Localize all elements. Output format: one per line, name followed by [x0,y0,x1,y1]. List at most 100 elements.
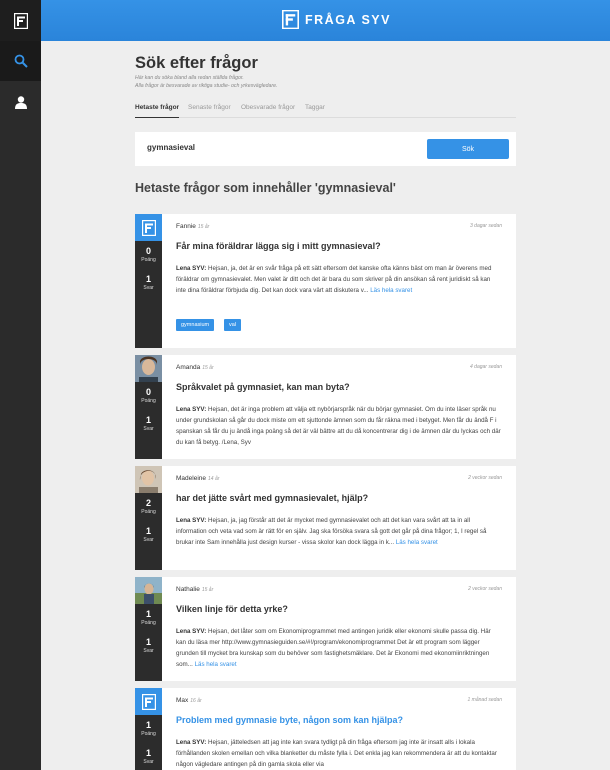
author: Fannie 15 år [176,223,209,230]
tag-gymnasium[interactable]: gymnasium [176,319,215,331]
user-icon [14,95,27,109]
author-age: 14 år [208,476,220,482]
tab-bar: Hetaste frågor Senaste frågor Obesvarade… [135,104,516,118]
author-age: 16 år [190,698,202,704]
read-more-link[interactable]: Läs hela svaret [370,287,412,294]
question-title[interactable]: Problem med gymnasie byte, någon som kan… [176,715,403,725]
answers-label: Svar [143,285,154,291]
answerer-name: Lena SYV: [176,265,207,272]
tab-unanswered[interactable]: Obesvarade frågor [241,104,295,118]
author-name: Max [176,697,189,704]
answers-label: Svar [143,759,154,765]
timestamp: 3 dagar sedan [470,223,502,229]
search-button[interactable]: Sök [427,139,509,159]
answers-label: Svar [143,537,154,543]
tab-tags[interactable]: Taggar [305,104,325,118]
author: Nathalie 15 år [176,586,213,593]
answer-text: Hejsan, det är inga problem att välja et… [176,406,501,446]
sidebar-logo[interactable] [0,0,41,41]
points-label: Poäng [141,620,156,626]
avatar [135,466,162,493]
author-name: Fannie [176,223,196,230]
user-photo-icon [135,466,162,493]
search-input[interactable]: gymnasieval [147,143,195,152]
points-label: Poäng [141,257,156,263]
timestamp: 2 veckor sedan [468,586,502,592]
question-card[interactable]: 1 Poäng 1 Svar Nathalie 15 år 2 veckor se… [135,577,516,681]
points-label: Poäng [141,731,156,737]
tab-hottest[interactable]: Hetaste frågor [135,104,180,118]
question-title[interactable]: har det jätte svårt med gymnasievalet, h… [176,493,368,503]
answerer-name: Lena SYV: [176,406,207,413]
points-count: 1 [145,609,151,619]
answer-text: Hejsan, jätteledsen att jag inte kan sva… [176,739,497,768]
author: Amanda 15 år [176,364,214,371]
question-card[interactable]: 2 Poäng 1 Svar Madeleine 14 år 2 veckor s… [135,466,516,570]
top-bar: FRÅGA SYV [41,0,610,41]
author-age: 15 år [197,224,210,230]
read-more-link[interactable]: Läs hela svaret [396,539,438,546]
answerer-name: Lena SYV: [176,517,207,524]
question-card[interactable]: 1 Poäng 1 Svar Max 16 år 1 månad sedan Pr… [135,688,516,770]
answers-count: 1 [145,526,151,536]
answerer-name: Lena SYV: [176,628,207,635]
author-age: 15 år [201,587,214,593]
stats-rail: 2 Poäng 1 Svar [135,466,162,570]
answerer-name: Lena SYV: [176,739,207,746]
timestamp: 1 månad sedan [467,697,502,703]
timestamp: 2 veckor sedan [468,475,502,481]
brand-logo-icon [282,10,299,29]
timestamp: 4 dagar sedan [470,364,502,370]
author-name: Madeleine [176,475,206,482]
logo-icon [13,12,28,29]
tab-latest[interactable]: Senaste frågor [188,104,231,118]
logo-icon [141,693,156,710]
author-name: Amanda [176,364,201,371]
answers-count: 1 [145,748,151,758]
question-title[interactable]: Vilken linje för detta yrke? [176,604,288,614]
brand-name: FRÅGA SYV [305,12,391,27]
answer-excerpt: Lena SYV: Hejsan, det är inga problem at… [176,404,501,448]
avatar [135,688,162,715]
page-subtitle: Här kan du söka bland alla redan ställda… [135,74,395,90]
sidebar-item-user[interactable] [0,84,41,120]
sidebar-item-search[interactable] [0,41,41,81]
points-label: Poäng [141,398,156,404]
question-title[interactable]: Får mina föräldrar lägga sig i mitt gymn… [176,241,381,251]
logo-icon [141,219,156,236]
author: Max 16 år [176,697,202,704]
points-count: 2 [145,498,151,508]
answers-count: 1 [145,415,151,425]
stats-rail: 1 Poäng 1 Svar [135,688,162,770]
results-title: Hetaste frågor som innehåller 'gymnasiev… [135,181,396,195]
points-count: 0 [145,387,151,397]
page-subtitle-line: Här kan du söka bland alla redan ställda… [135,75,244,81]
page-subtitle-line: Alla frågor är besvarade av riktiga stud… [135,83,278,89]
stats-rail: 1 Poäng 1 Svar [135,577,162,681]
author-name: Nathalie [176,586,200,593]
points-count: 0 [145,246,151,256]
question-card[interactable]: 0 Poäng 1 Svar Amanda 15 år 4 dagar sedan… [135,355,516,459]
avatar [135,214,162,241]
answers-label: Svar [143,648,154,654]
brand[interactable]: FRÅGA SYV [282,10,391,29]
question-title[interactable]: Språkvalet på gymnasiet, kan man byta? [176,382,350,392]
page-title: Sök efter frågor [135,54,258,72]
user-photo-icon [135,355,162,382]
answer-text: Hejsan, ja, jag förstår att det är mycke… [176,517,487,546]
answers-label: Svar [143,426,154,432]
author-age: 15 år [202,365,214,371]
avatar [135,355,162,382]
sidebar [0,0,41,770]
points-label: Poäng [141,509,156,515]
points-count: 1 [145,720,151,730]
tag-val[interactable]: val [224,319,242,331]
search-icon [14,54,28,68]
answer-excerpt: Lena SYV: Hejsan, jätteledsen att jag in… [176,737,501,770]
answers-count: 1 [145,274,151,284]
author: Madeleine 14 år [176,475,219,482]
user-photo-icon [135,577,162,604]
answer-excerpt: Lena SYV: Hejsan, ja, jag förstår att de… [176,515,501,548]
read-more-link[interactable]: Läs hela svaret [195,661,237,668]
question-card[interactable]: 0 Poäng 1 Svar Fannie 15 år 3 dagar sedan… [135,214,516,348]
